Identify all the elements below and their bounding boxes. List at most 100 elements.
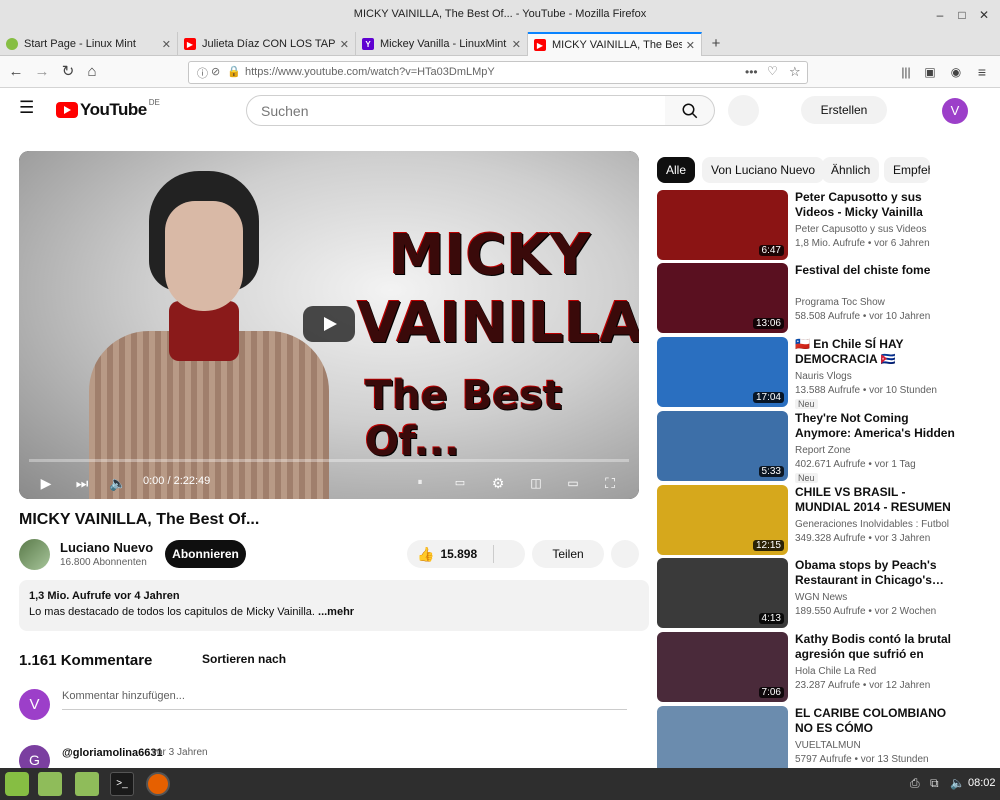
sidebar-icon[interactable]: ▣ — [920, 62, 940, 82]
recommendation-channel[interactable]: Nauris Vlogs — [795, 371, 852, 382]
network-icon[interactable]: ⧉ — [930, 776, 939, 791]
recommendation-title[interactable]: 🇨🇱 En Chile SÍ HAY DEMOCRACIA 🇨🇺 — [795, 337, 957, 367]
miniplayer-icon[interactable]: ◫ — [525, 473, 547, 493]
volume-icon[interactable]: 🔈 — [107, 473, 129, 493]
tab-julieta-diaz[interactable]: ▶ Julieta Díaz CON LOS TAPO ✕ — [178, 32, 356, 56]
voice-search-button[interactable] — [728, 95, 759, 126]
new-tab-icon[interactable]: + — [706, 34, 726, 54]
home-icon[interactable]: ⌂ — [82, 62, 102, 82]
video-thumbnail[interactable]: 6:47 — [657, 190, 788, 260]
close-tab-icon[interactable]: ✕ — [686, 39, 695, 52]
search-input[interactable] — [259, 102, 639, 120]
autoplay-toggle-icon[interactable]: ⏸ — [409, 473, 431, 493]
page-actions-icon[interactable]: ••• — [745, 65, 758, 79]
recommendation-title[interactable]: Peter Capusotto y sus Videos - Micky Vai… — [795, 190, 957, 220]
channel-name[interactable]: Luciano Nuevo — [60, 540, 153, 555]
url-bar[interactable]: ⓘ ⊘ 🔒 https://www.youtube.com/watch?v=HT… — [188, 61, 808, 84]
play-icon[interactable]: ▶ — [35, 473, 57, 493]
recommendation-channel[interactable]: Peter Capusotto y sus Videos — [795, 224, 927, 235]
add-comment-field[interactable]: Kommentar hinzufügen... — [62, 690, 627, 710]
folder-icon[interactable] — [75, 772, 99, 796]
recommendation-item[interactable]: 13:06 Festival del chiste fome Programa To… — [657, 263, 977, 333]
recommendation-channel[interactable]: Generaciones Inolvidables : Futbol — [795, 519, 949, 530]
recommendation-title[interactable]: They're Not Coming Anymore: America's Hi… — [795, 411, 957, 441]
menu-icon[interactable]: ≡ — [972, 62, 992, 82]
sort-comments-button[interactable]: Sortieren nach — [202, 652, 286, 666]
tab-micky-vainilla[interactable]: ▶ MICKY VAINILLA, The Best ✕ — [528, 32, 702, 56]
close-window-icon[interactable]: ✕ — [976, 7, 992, 23]
progress-bar[interactable] — [29, 459, 629, 462]
settings-gear-icon[interactable]: ⚙ — [487, 473, 509, 493]
chip-similar[interactable]: Ähnlich — [822, 157, 880, 183]
video-thumbnail[interactable]: 7:06 — [657, 632, 788, 702]
files-icon[interactable] — [38, 772, 62, 796]
recommendation-title[interactable]: Obama stops by Peach's Restaurant in Chi… — [795, 558, 957, 588]
firefox-icon[interactable] — [146, 772, 170, 796]
video-thumbnail[interactable]: 5:33 — [657, 411, 788, 481]
like-button[interactable]: 👍 15.898 — [407, 540, 525, 568]
info-icon[interactable]: ⓘ — [197, 65, 208, 81]
recommendation-channel[interactable]: Hola Chile La Red — [795, 666, 876, 677]
recommendation-item[interactable]: 12:15 CHILE VS BRASIL - MUNDIAL 2014 - RE… — [657, 485, 977, 555]
fullscreen-icon[interactable]: ⛶ — [599, 473, 621, 493]
recommendation-item[interactable]: EL CARIBE COLOMBIANO NO ES CÓMO PENSÁBAM… — [657, 706, 977, 776]
volume-tray-icon[interactable]: 🔈 — [950, 776, 965, 790]
recommendation-item[interactable]: 4:13 Obama stops by Peach's Restaurant in… — [657, 558, 977, 628]
library-icon[interactable]: ||| — [896, 62, 916, 82]
theater-mode-icon[interactable]: ▭ — [562, 473, 584, 493]
terminal-icon[interactable]: >_ — [110, 772, 134, 796]
video-thumbnail[interactable]: 12:15 — [657, 485, 788, 555]
next-icon[interactable]: ⏭ — [71, 473, 93, 493]
avatar[interactable]: V — [942, 98, 968, 124]
recommendation-channel[interactable]: WGN News — [795, 592, 847, 603]
pocket-icon[interactable]: ♡ — [767, 64, 778, 78]
more-actions-button[interactable] — [611, 540, 639, 568]
chip-from-channel[interactable]: Von Luciano Nuevo — [702, 157, 825, 183]
close-tab-icon[interactable]: ✕ — [162, 38, 171, 51]
video-thumbnail[interactable]: 13:06 — [657, 263, 788, 333]
recommendation-item[interactable]: 6:47 Peter Capusotto y sus Videos - Micky… — [657, 190, 977, 260]
recommendation-title[interactable]: CHILE VS BRASIL - MUNDIAL 2014 - RESUMEN… — [795, 485, 957, 515]
close-tab-icon[interactable]: ✕ — [512, 38, 521, 51]
channel-avatar[interactable] — [19, 539, 50, 570]
recommendation-title[interactable]: EL CARIBE COLOMBIANO NO ES CÓMO PENSÁBAM… — [795, 706, 957, 736]
subscribe-button[interactable]: Abonnieren — [165, 540, 246, 568]
recommendation-channel[interactable]: Report Zone — [795, 445, 851, 456]
chip-recommendations[interactable]: Empfehlungen — [884, 157, 930, 183]
hamburger-menu-icon[interactable]: ☰ — [19, 99, 37, 116]
back-icon[interactable]: ← — [6, 62, 26, 82]
close-tab-icon[interactable]: ✕ — [340, 38, 349, 51]
permissions-icon[interactable]: ⊘ — [211, 65, 220, 78]
minimize-icon[interactable]: – — [932, 7, 948, 23]
video-player[interactable]: MICKY VAINILLA The Best Of... ▶ ⏭ 🔈 0:00… — [19, 151, 639, 499]
maximize-icon[interactable]: □ — [954, 7, 970, 23]
printer-icon[interactable]: ⎙ — [910, 776, 920, 791]
youtube-logo[interactable]: YouTube DE — [56, 98, 160, 120]
recommendation-item[interactable]: 17:04 🇨🇱 En Chile SÍ HAY DEMOCRACIA 🇨🇺 Nau… — [657, 337, 977, 409]
large-play-button[interactable] — [303, 306, 355, 342]
recommendation-channel[interactable]: Programa Toc Show — [795, 297, 885, 308]
recommendation-item[interactable]: 5:33 They're Not Coming Anymore: America'… — [657, 411, 977, 483]
create-button[interactable]: Erstellen — [801, 96, 887, 124]
video-thumbnail[interactable]: 4:13 — [657, 558, 788, 628]
show-more-link[interactable]: ...mehr — [318, 606, 354, 618]
share-button[interactable]: Teilen — [532, 540, 604, 568]
tab-start-page[interactable]: Start Page - Linux Mint ✕ — [0, 32, 178, 56]
recommendation-title[interactable]: Festival del chiste fome — [795, 263, 957, 278]
recommendation-channel[interactable]: VUELTALMUN — [795, 740, 861, 751]
chip-all[interactable]: Alle — [657, 157, 696, 183]
mint-menu-icon[interactable] — [5, 772, 29, 796]
forward-icon[interactable]: → — [32, 62, 52, 82]
comment-time[interactable]: vor 3 Jahren — [152, 747, 208, 758]
bookmark-star-icon[interactable]: ☆ — [789, 64, 801, 80]
recommendation-item[interactable]: 7:06 Kathy Bodis contó la brutal agresión… — [657, 632, 977, 702]
video-thumbnail[interactable]: 17:04 — [657, 337, 788, 407]
search-button[interactable] — [665, 95, 715, 126]
tab-mickey-vanilla[interactable]: Y Mickey Vanilla - LinuxMint ✕ — [356, 32, 528, 56]
account-icon[interactable]: ◉ — [946, 62, 966, 82]
video-thumbnail[interactable] — [657, 706, 788, 776]
recommendation-title[interactable]: Kathy Bodis contó la brutal agresión que… — [795, 632, 957, 662]
reload-icon[interactable]: ↻ — [58, 62, 78, 82]
comment-author[interactable]: @gloriamolina6631 — [62, 747, 163, 759]
subtitles-icon[interactable]: ▭ — [449, 473, 471, 493]
